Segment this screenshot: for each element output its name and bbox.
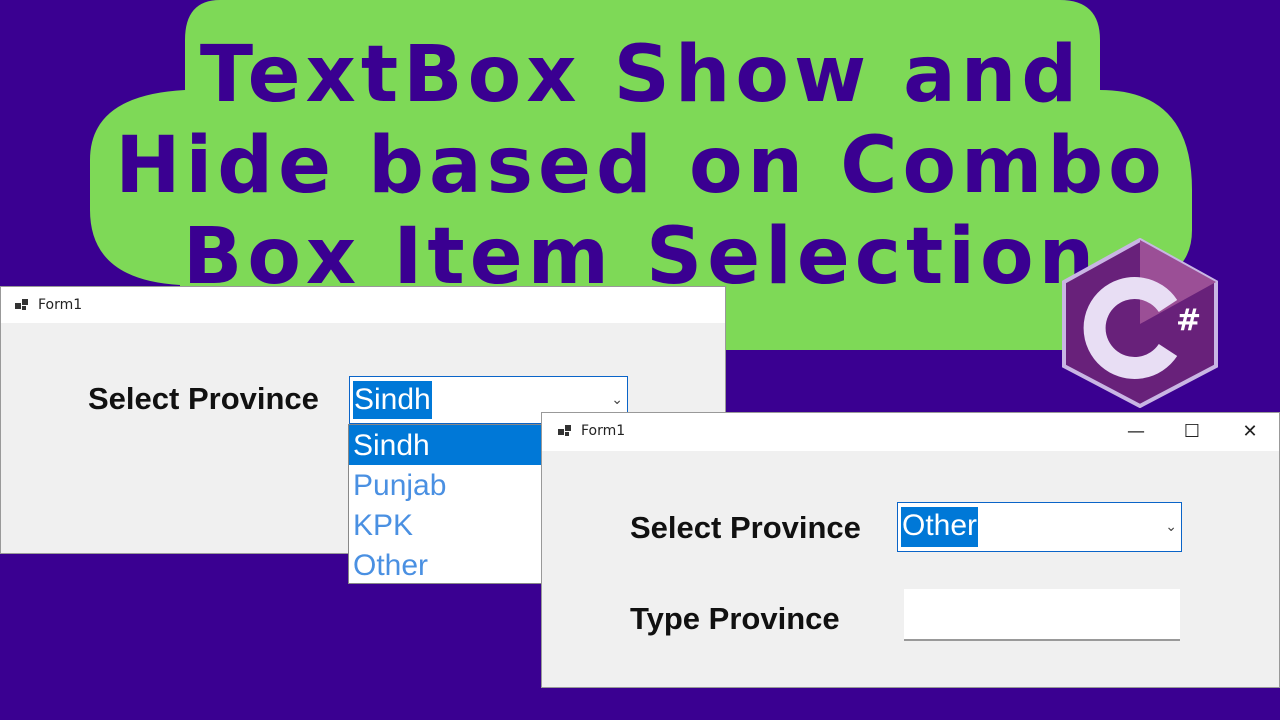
form-left-title: Form1 <box>38 297 83 313</box>
csharp-hash: # <box>1176 303 1201 338</box>
form-right-titlebar: Form1 — ☐ ✕ <box>542 413 1279 451</box>
csharp-logo-icon: # <box>1062 238 1218 408</box>
banner-title-line2: Hide based on Combo <box>115 121 1167 211</box>
province-combobox[interactable]: Other ⌄ <box>897 502 1182 552</box>
chevron-down-icon[interactable]: ⌄ <box>611 392 623 408</box>
dropdown-option-other[interactable]: Other <box>349 545 543 583</box>
maximize-button[interactable]: ☐ <box>1178 421 1206 443</box>
banner-title-line1: TextBox Show and <box>199 30 1083 120</box>
select-province-label: Select Province <box>630 510 861 545</box>
type-province-label: Type Province <box>630 601 840 636</box>
province-dropdown-list: Sindh Punjab KPK Other <box>348 424 544 584</box>
select-province-label: Select Province <box>88 381 319 416</box>
dropdown-option-kpk[interactable]: KPK <box>349 505 543 545</box>
type-province-textbox[interactable] <box>904 589 1180 641</box>
banner-title: TextBox Show and Hide based on Combo Box… <box>90 30 1192 303</box>
combo-selected-text: Sindh <box>353 381 432 419</box>
minimize-button[interactable]: — <box>1122 421 1150 443</box>
chevron-down-icon[interactable]: ⌄ <box>1165 519 1177 535</box>
close-button[interactable]: ✕ <box>1236 421 1264 443</box>
combo-selected-text: Other <box>901 507 979 547</box>
dropdown-option-sindh[interactable]: Sindh <box>349 425 543 465</box>
form-icon <box>15 299 28 310</box>
dropdown-option-punjab[interactable]: Punjab <box>349 465 543 505</box>
form-right-window: Form1 — ☐ ✕ Select Province Other ⌄ Type… <box>541 412 1280 688</box>
form-icon <box>558 425 571 436</box>
form-left-titlebar: Form1 <box>1 287 725 323</box>
form-right-title: Form1 <box>581 423 626 439</box>
